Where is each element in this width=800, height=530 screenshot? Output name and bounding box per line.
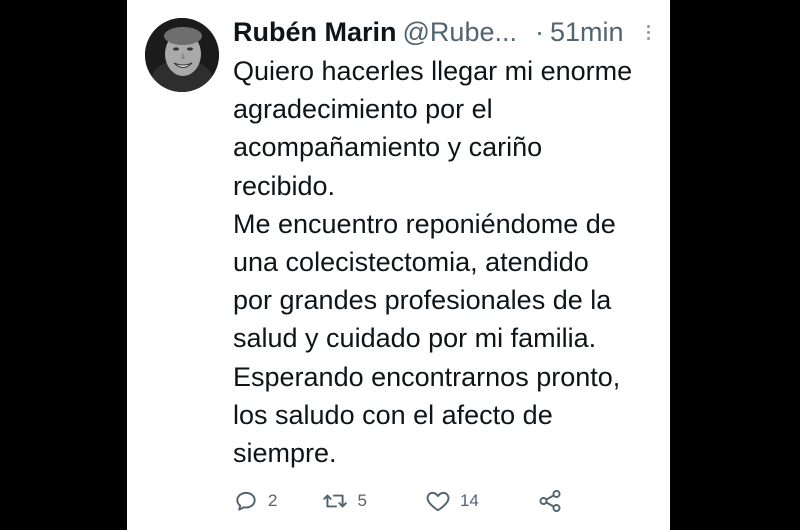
like-count: 14 <box>459 491 479 510</box>
tweet-text-line: Quiero hacerles llegar mi enorme <box>233 56 633 86</box>
avatar[interactable] <box>145 18 219 92</box>
tweet-text-line: recibido. <box>233 170 336 201</box>
separator-dot: · <box>534 16 544 47</box>
share-button[interactable] <box>537 488 563 514</box>
tweet-text-line: Esperando encontrarnos pronto, <box>233 361 621 392</box>
tweet-text-line: acompañamiento y cariño <box>233 132 543 163</box>
retweet-button[interactable]: 5 <box>322 488 367 514</box>
avatar-photo <box>145 18 219 92</box>
author-name[interactable]: Rubén Marin <box>233 17 397 48</box>
like-icon <box>426 491 450 512</box>
tweet-text-line: una colecistectomia, atendido <box>233 247 589 278</box>
tweet-header: Rubén Marin @Rube... · 51min <box>233 15 658 49</box>
tweet-text-line: siempre. <box>233 438 337 469</box>
tweet-actions: 2 5 14 <box>233 484 650 518</box>
tweet-text-line: agradecimiento por el <box>233 94 493 125</box>
reply-count: 2 <box>268 491 278 510</box>
retweet-icon <box>323 494 348 508</box>
share-icon <box>539 489 561 513</box>
tweet-text: Quiero hacerles llegar mi enorme agradec… <box>233 52 663 472</box>
retweet-count: 5 <box>357 491 367 510</box>
reply-icon <box>236 491 256 511</box>
tweet-text-line: por grandes profesionales de la <box>233 285 612 316</box>
tweet-text-line: salud y cuidado por mi familia. <box>233 323 597 354</box>
tweet-text-line: Me encuentro reponiéndome de <box>233 208 616 239</box>
like-button[interactable]: 14 <box>425 488 479 514</box>
author-handle[interactable]: @Rube... <box>403 17 517 48</box>
tweet-time[interactable]: 51min <box>550 17 624 48</box>
reply-button[interactable]: 2 <box>233 488 277 514</box>
more-icon[interactable] <box>638 17 658 47</box>
tweet-text-line: los saludo con el afecto de <box>233 399 553 430</box>
tweet-card[interactable]: Rubén Marin @Rube... · 51min Quiero hace… <box>127 0 670 530</box>
